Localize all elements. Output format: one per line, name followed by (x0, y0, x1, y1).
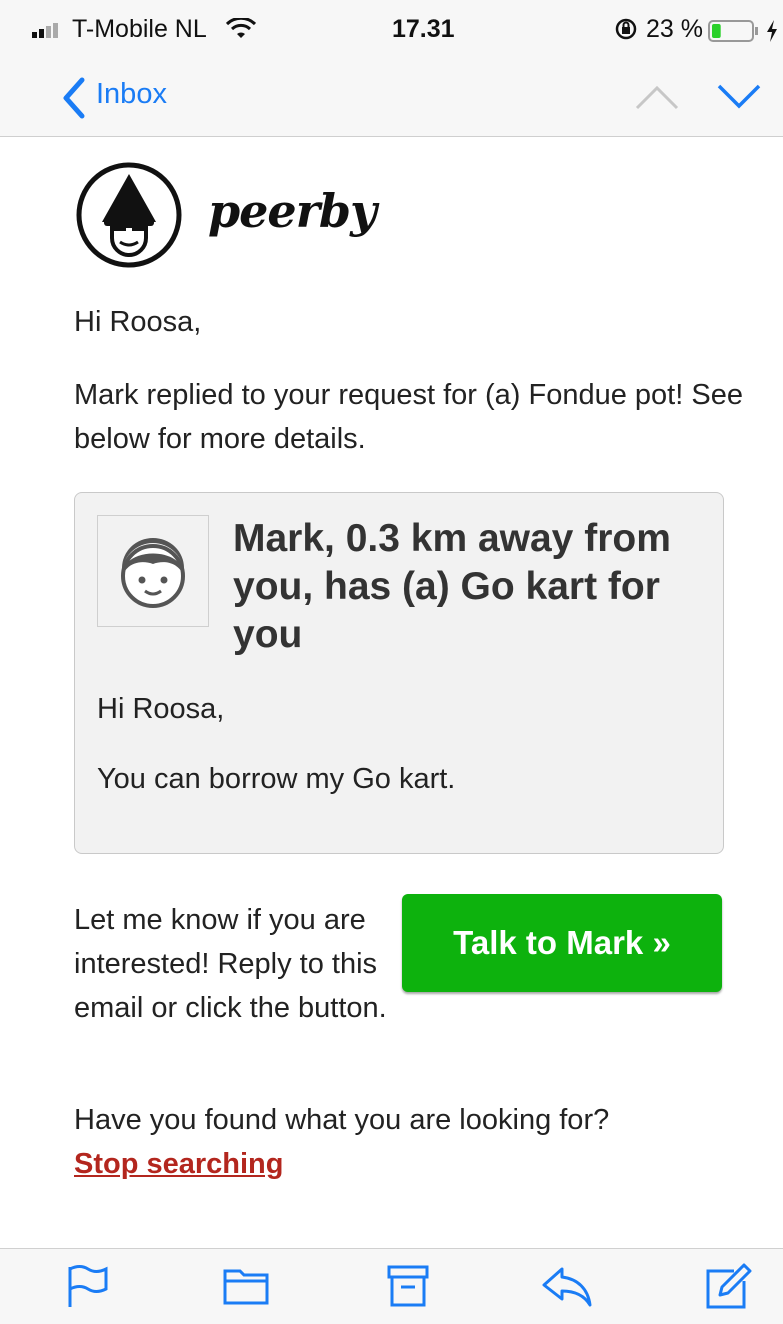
peerby-logo-icon (76, 162, 182, 268)
carrier-label: T-Mobile NL (72, 15, 207, 43)
clock: 17.31 (392, 15, 455, 43)
status-bar: T-Mobile NL 17.31 23 % (0, 0, 783, 62)
nav-bar: Inbox (0, 62, 783, 137)
cta-text: Let me know if you are interested! Reply… (74, 904, 387, 1024)
card-message: You can borrow my Go kart. (97, 763, 456, 795)
user-avatar-icon (121, 538, 185, 608)
folder-icon[interactable] (222, 1263, 270, 1307)
chevron-left-icon[interactable] (60, 76, 86, 120)
charging-icon (767, 20, 777, 42)
signal-icon (32, 23, 58, 38)
card-greeting: Hi Roosa, (97, 693, 225, 725)
peerby-logo-text: peerby (208, 184, 377, 238)
chevron-down-icon[interactable] (716, 82, 762, 112)
battery-icon (708, 20, 758, 42)
flag-icon[interactable] (66, 1263, 110, 1309)
email-greeting: Hi Roosa, (74, 306, 202, 338)
stop-searching-link[interactable]: Stop searching (74, 1142, 284, 1186)
wifi-icon (226, 18, 256, 38)
avatar (97, 515, 209, 627)
archive-icon[interactable] (386, 1263, 430, 1309)
rotation-lock-icon (615, 18, 637, 40)
bottom-toolbar (0, 1248, 783, 1324)
talk-to-mark-button[interactable]: Talk to Mark » (402, 894, 722, 992)
compose-icon[interactable] (704, 1263, 752, 1311)
found-question: Have you found what you are looking for? (74, 1104, 610, 1136)
back-to-inbox-link[interactable]: Inbox (96, 78, 167, 111)
battery-percent: 23 % (646, 15, 703, 43)
chevron-up-icon[interactable] (634, 82, 680, 112)
card-title: Mark, 0.3 km away from you, has (a) Go k… (233, 517, 671, 656)
reply-icon[interactable] (540, 1263, 594, 1309)
reply-card: Mark, 0.3 km away from you, has (a) Go k… (74, 492, 724, 854)
email-intro: Mark replied to your request for (a) Fon… (74, 379, 743, 455)
